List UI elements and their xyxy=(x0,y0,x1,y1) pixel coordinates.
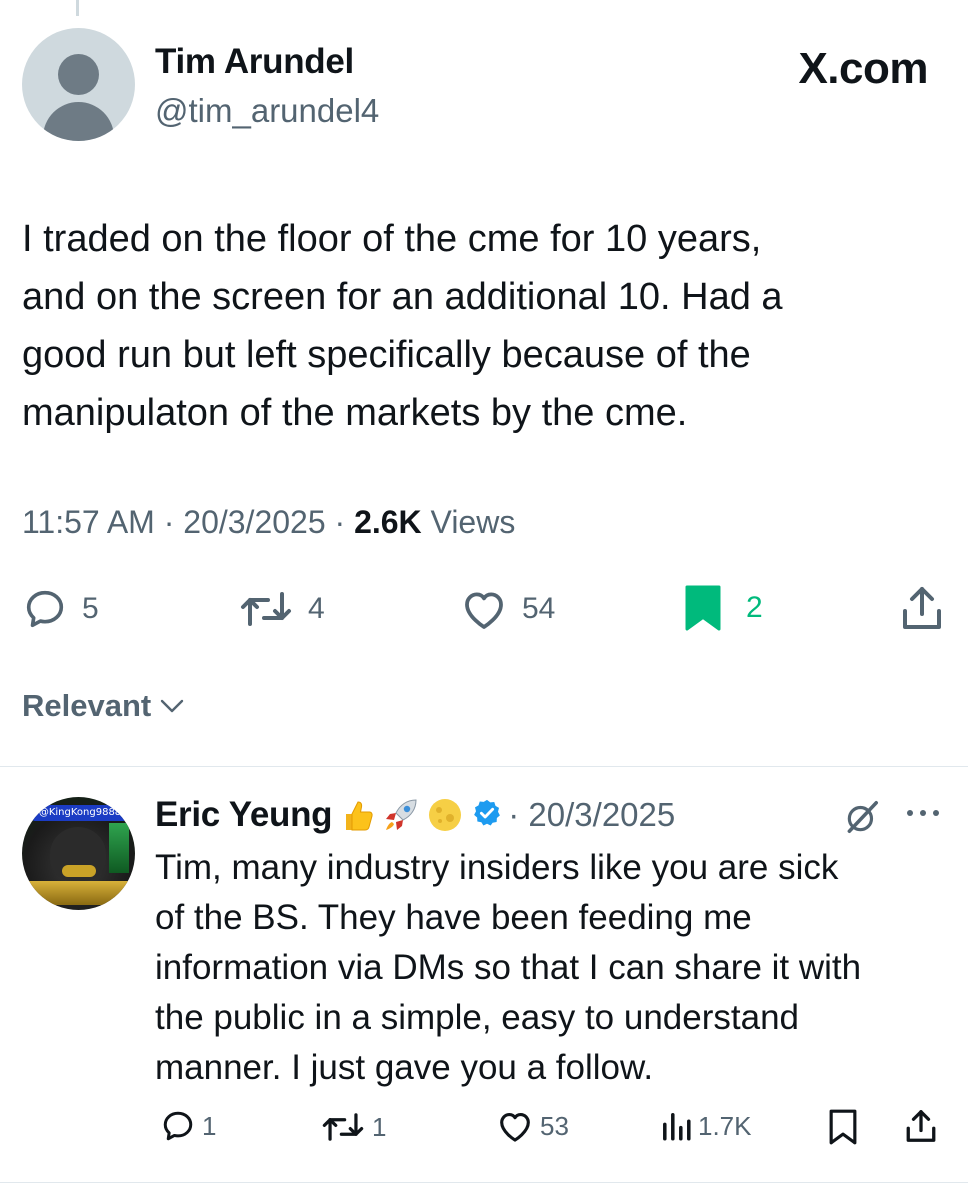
meta-separator: · xyxy=(163,504,175,540)
reply-views-count: 1.7K xyxy=(698,1110,752,1141)
reply-repost-button[interactable]: 1 xyxy=(320,1110,386,1144)
grok-icon[interactable] xyxy=(843,798,881,836)
repost-arrows-icon xyxy=(322,1113,364,1141)
reply-date[interactable]: · 20/3/2025 xyxy=(508,796,675,834)
bookmark-count: 2 xyxy=(746,591,763,624)
reply-like-count: 53 xyxy=(540,1110,569,1141)
full-moon-emoji-icon xyxy=(426,796,464,834)
author-name[interactable]: Tim Arundel xyxy=(155,42,354,82)
reply-button[interactable]: 5 xyxy=(22,586,99,632)
views-label: Views xyxy=(430,504,516,540)
avatar-head-shape xyxy=(58,54,99,95)
author-handle[interactable]: @tim_arundel4 xyxy=(155,92,379,130)
meta-separator: · xyxy=(334,504,346,540)
share-upload-icon xyxy=(906,1110,936,1142)
tweet-meta: 11:57 AM · 20/3/2025 · 2.6K Views xyxy=(22,504,515,541)
share-upload-icon xyxy=(903,587,941,629)
reply-header: Eric Yeung · 20/3/2025 xyxy=(155,790,675,840)
reply-count: 5 xyxy=(82,592,99,625)
repost-button[interactable]: 4 xyxy=(238,588,325,630)
rocket-emoji-icon xyxy=(382,796,420,834)
speech-bubble-icon xyxy=(26,590,64,628)
verified-badge-icon xyxy=(472,798,502,833)
reply-views-button[interactable]: 1.7K xyxy=(660,1110,752,1142)
reply-author-name[interactable]: Eric Yeung xyxy=(155,795,333,835)
avatar-gold-bars-shape xyxy=(28,881,130,905)
tweet-date[interactable]: 20/3/2025 xyxy=(183,504,325,540)
bottom-divider xyxy=(0,1182,968,1183)
share-button[interactable] xyxy=(900,584,944,632)
chevron-down-icon xyxy=(161,699,184,713)
like-count: 54 xyxy=(522,592,556,625)
reply-reply-button[interactable]: 1 xyxy=(160,1108,216,1144)
heart-icon xyxy=(465,592,503,629)
bookmark-icon xyxy=(829,1109,857,1145)
avatar-shoulders-shape xyxy=(43,102,114,141)
tweet-detail-page: Tim Arundel @tim_arundel4 X.com I traded… xyxy=(0,0,968,1200)
more-dots-icon[interactable] xyxy=(903,806,943,820)
thread-line xyxy=(76,0,79,16)
source-brand: X.com xyxy=(798,44,928,93)
section-divider xyxy=(0,766,968,767)
reply-repost-count: 1 xyxy=(372,1111,387,1142)
like-button[interactable]: 54 xyxy=(460,586,555,632)
reply-avatar[interactable]: @KingKong9888 xyxy=(22,797,135,910)
avatar-chart-shape xyxy=(109,823,129,873)
sort-dropdown[interactable]: Relevant xyxy=(22,688,185,724)
speech-bubble-icon xyxy=(163,1111,193,1141)
author-avatar[interactable] xyxy=(22,28,135,141)
sort-label: Relevant xyxy=(22,688,152,723)
bar-chart-icon xyxy=(663,1113,691,1141)
reply-reply-count: 1 xyxy=(202,1110,217,1141)
tweet-text: I traded on the floor of the cme for 10 … xyxy=(22,218,783,434)
thumbs-up-emoji-icon xyxy=(338,796,376,834)
reply-action-bar: 1 1 53 1.7K xyxy=(0,1108,968,1148)
heart-icon xyxy=(500,1113,530,1142)
reply-text: Tim, many industry insiders like you are… xyxy=(155,848,862,1087)
repost-count: 4 xyxy=(308,592,325,625)
avatar-chain-shape xyxy=(62,865,96,877)
reply-share-button[interactable] xyxy=(904,1108,938,1144)
tweet-action-bar: 5 4 54 2 xyxy=(0,584,968,634)
repost-arrows-icon xyxy=(241,592,291,626)
reply-bookmark-button[interactable] xyxy=(828,1108,858,1146)
tweet-time[interactable]: 11:57 AM xyxy=(22,504,155,540)
avatar-tag: @KingKong9888 xyxy=(32,805,128,821)
reply-like-button[interactable]: 53 xyxy=(496,1108,569,1144)
bookmark-button[interactable]: 2 xyxy=(684,584,763,632)
views-count: 2.6K xyxy=(354,504,422,540)
bookmark-icon xyxy=(685,585,721,631)
